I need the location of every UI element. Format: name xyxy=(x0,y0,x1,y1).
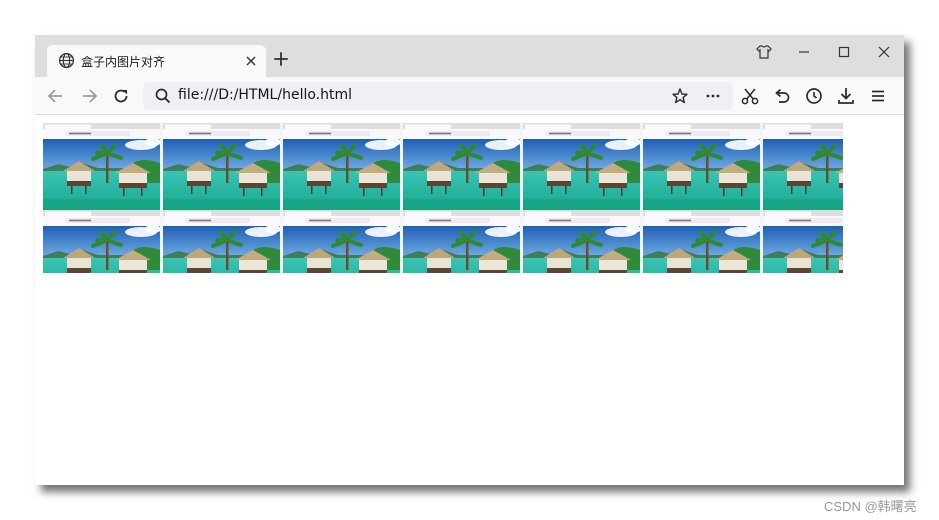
beach-hut-image xyxy=(763,210,843,273)
new-tab-icon[interactable] xyxy=(272,50,290,68)
beach-hut-image xyxy=(643,210,760,273)
beach-hut-image xyxy=(643,123,760,210)
tab-active[interactable]: 盒子内图片对齐 xyxy=(47,45,266,77)
address-bar[interactable]: file:///D:/HTML/hello.html xyxy=(143,82,733,110)
beach-hut-image xyxy=(763,123,843,210)
beach-hut-image xyxy=(283,210,400,273)
browser-window: 盒子内图片对齐 file:///D:/HTML/hello.html xyxy=(35,35,904,485)
image-thumbnail xyxy=(43,210,163,273)
beach-hut-image xyxy=(403,123,520,210)
back-arrow-icon[interactable] xyxy=(45,85,67,107)
shirt-icon[interactable] xyxy=(754,42,774,62)
image-thumbnail xyxy=(763,210,843,273)
image-thumbnail xyxy=(763,123,843,210)
image-thumbnail xyxy=(43,123,163,210)
maximize-icon[interactable] xyxy=(834,42,854,62)
watermark: CSDN @韩曙亮 xyxy=(824,499,917,514)
image-thumbnail xyxy=(523,210,643,273)
beach-hut-image xyxy=(523,210,640,273)
title-bar: 盒子内图片对齐 xyxy=(35,35,904,77)
image-thumbnail xyxy=(523,123,643,210)
beach-hut-image xyxy=(43,123,160,210)
image-thumbnail xyxy=(163,123,283,210)
search-icon xyxy=(155,88,171,104)
forward-arrow-icon[interactable] xyxy=(78,85,100,107)
image-grid xyxy=(43,123,843,273)
undo-icon[interactable] xyxy=(771,85,793,107)
scissors-icon[interactable] xyxy=(739,85,761,107)
image-thumbnail xyxy=(283,123,403,210)
star-icon[interactable] xyxy=(671,87,689,105)
menu-hamburger-icon[interactable] xyxy=(867,85,889,107)
image-thumbnail xyxy=(163,210,283,273)
tab-title: 盒子内图片对齐 xyxy=(81,55,166,69)
page-content xyxy=(35,116,904,485)
beach-hut-image xyxy=(283,123,400,210)
image-thumbnail xyxy=(403,210,523,273)
history-clock-icon[interactable] xyxy=(803,85,825,107)
image-thumbnail xyxy=(283,210,403,273)
nav-toolbar: file:///D:/HTML/hello.html xyxy=(35,77,904,115)
image-thumbnail xyxy=(403,123,523,210)
beach-hut-image xyxy=(523,123,640,210)
reload-icon[interactable] xyxy=(110,85,132,107)
image-thumbnail xyxy=(643,123,763,210)
close-window-icon[interactable] xyxy=(874,42,894,62)
url-text[interactable]: file:///D:/HTML/hello.html xyxy=(178,87,352,103)
download-icon[interactable] xyxy=(835,85,857,107)
close-tab-icon[interactable] xyxy=(243,53,259,69)
image-thumbnail xyxy=(643,210,763,273)
minimize-icon[interactable] xyxy=(794,42,814,62)
beach-hut-image xyxy=(43,210,160,273)
globe-icon xyxy=(58,52,75,69)
more-dots-icon[interactable] xyxy=(704,87,722,105)
beach-hut-image xyxy=(403,210,520,273)
beach-hut-image xyxy=(163,123,280,210)
beach-hut-image xyxy=(163,210,280,273)
